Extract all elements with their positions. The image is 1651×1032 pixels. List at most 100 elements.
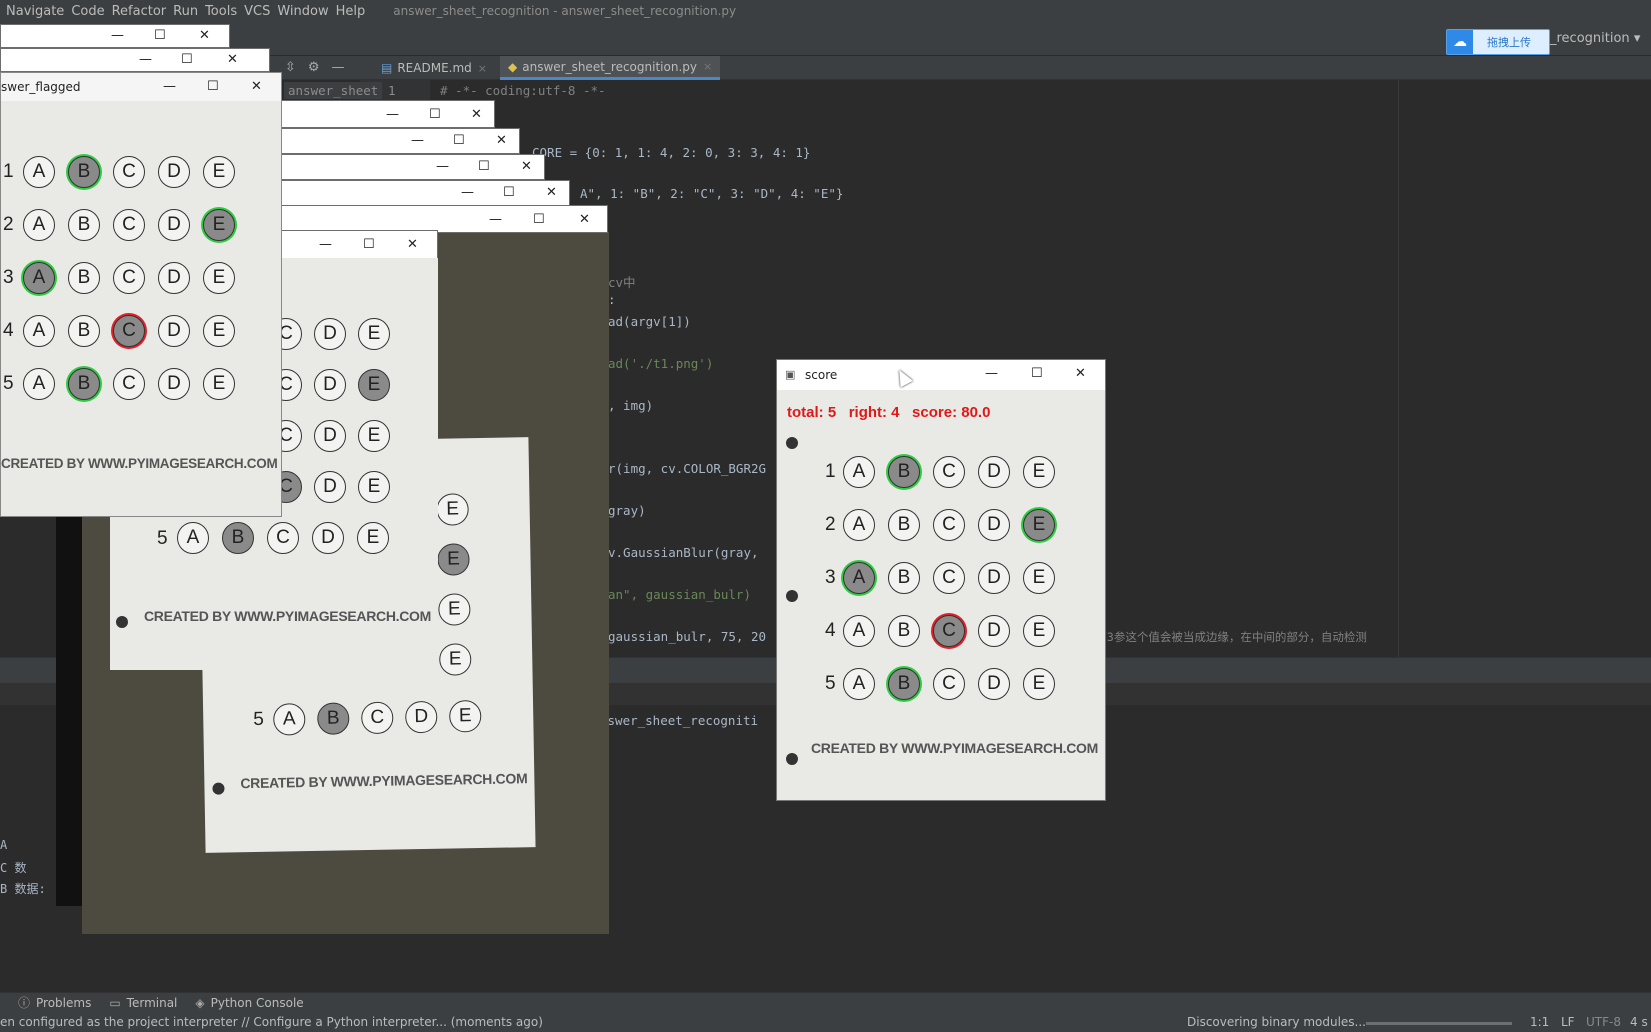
console-line: C 数 — [0, 861, 27, 875]
bubble-option: E — [1023, 615, 1055, 647]
bubble-option: C — [113, 315, 145, 347]
menu-tools[interactable]: Tools — [198, 4, 237, 19]
line-separator[interactable]: LF — [1561, 1015, 1575, 1029]
bubble-option: D — [314, 318, 346, 350]
close-icon[interactable]: ✕ — [407, 237, 418, 252]
menu-run[interactable]: Run — [166, 4, 198, 19]
bubble-option: D — [158, 209, 190, 241]
maximize-icon[interactable]: ☐ — [154, 28, 166, 43]
bubble-option: E — [1023, 509, 1055, 541]
opencv-window[interactable]: — ☐ ✕ — [0, 48, 270, 72]
close-icon[interactable]: ✕ — [471, 107, 482, 122]
hide-icon[interactable]: — — [331, 60, 344, 75]
bubble-option: B — [68, 368, 100, 400]
close-icon[interactable]: ✕ — [199, 28, 210, 43]
opencv-window[interactable]: — ☐ ✕ — [270, 100, 495, 128]
menu-refactor[interactable]: Refactor — [105, 4, 167, 19]
tool-terminal-label: Terminal — [126, 995, 178, 1010]
menu-navigate[interactable]: Navigate — [0, 4, 64, 19]
bubble-option: D — [404, 700, 438, 734]
caret-position[interactable]: 1:1 — [1530, 1015, 1549, 1029]
upload-button[interactable]: ☁ 拖拽上传 — [1446, 29, 1550, 55]
bubble-option: E — [1023, 668, 1055, 700]
bubble-option: D — [158, 156, 190, 188]
tool-problems[interactable]: ⓘ Problems — [18, 994, 91, 1011]
maximize-icon[interactable]: ☐ — [207, 79, 219, 94]
minimize-icon[interactable]: — — [319, 237, 332, 252]
run-config-label: _recognition — [1550, 31, 1630, 46]
close-icon[interactable]: ✕ — [546, 185, 557, 200]
bubble-option: D — [978, 509, 1010, 541]
bubble-option: E — [358, 318, 390, 350]
opencv-window[interactable]: — ☐ ✕ — [270, 205, 608, 233]
opencv-window[interactable]: — ☐ ✕ — [270, 180, 570, 206]
minimize-icon[interactable]: — — [386, 107, 399, 122]
maximize-icon[interactable]: ☐ — [478, 159, 490, 174]
close-icon[interactable]: ✕ — [1075, 366, 1086, 381]
maximize-icon[interactable]: ☐ — [363, 237, 375, 252]
bubble-option: E — [438, 593, 471, 626]
bubble-option: E — [438, 643, 472, 676]
menu-window[interactable]: Window — [270, 4, 328, 19]
close-icon[interactable]: × — [703, 60, 712, 73]
flagged-window[interactable]: swer_flagged — ☐ ✕ CREATED BY WWW.PYIMAG… — [0, 72, 282, 517]
close-icon[interactable]: ✕ — [227, 52, 238, 67]
credit-text: CREATED BY WWW.PYIMAGESEARCH.COM — [1, 456, 278, 471]
score-window[interactable]: ▣ score — ☐ ✕ total: 5 right: 4 score: 8… — [776, 359, 1106, 801]
bubble-option: A — [23, 262, 55, 294]
maximize-icon[interactable]: ☐ — [533, 212, 545, 227]
maximize-icon[interactable]: ☐ — [429, 107, 441, 122]
gear-icon[interactable]: ⚙ — [308, 60, 320, 75]
menu-code[interactable]: Code — [64, 4, 104, 19]
file-encoding[interactable]: UTF-8 — [1586, 1015, 1621, 1029]
minimize-icon[interactable]: — — [111, 28, 124, 43]
tool-python-console[interactable]: ◈ Python Console — [195, 996, 303, 1010]
run-config-selector[interactable]: _recognition ▾ — [1550, 31, 1640, 46]
question-number: 2 — [3, 214, 14, 235]
bubble-option: E — [448, 700, 482, 733]
close-icon[interactable]: × — [478, 62, 487, 75]
opencv-window[interactable]: — ☐ ✕ — [270, 154, 545, 180]
minimize-icon[interactable]: — — [411, 133, 424, 148]
app-icon: ▣ — [785, 368, 796, 381]
maximize-icon[interactable]: ☐ — [503, 185, 515, 200]
credit-text: CREATED BY WWW.PYIMAGESEARCH.COM — [240, 770, 528, 792]
minimize-icon[interactable]: — — [163, 79, 176, 94]
indent-setting[interactable]: 4 s — [1630, 1015, 1648, 1029]
menu-vcs[interactable]: VCS — [237, 4, 270, 19]
bubble-option: D — [314, 471, 346, 503]
minimize-icon[interactable]: — — [489, 212, 502, 227]
collapse-icon[interactable]: ⇳ — [285, 60, 296, 75]
code-line: , img) — [608, 398, 654, 413]
maximize-icon[interactable]: ☐ — [453, 133, 465, 148]
close-icon[interactable]: ✕ — [521, 159, 532, 174]
bubble-option: B — [888, 615, 920, 647]
tab-answer-sheet[interactable]: ◆ answer_sheet_recognition.py × — [500, 56, 721, 80]
project-node-label[interactable]: answer_sheet — [284, 82, 383, 99]
registration-dot — [116, 616, 128, 628]
maximize-icon[interactable]: ☐ — [1031, 366, 1043, 381]
opencv-window[interactable]: — ☐ ✕ — [0, 24, 230, 48]
bubble-option: D — [978, 562, 1010, 594]
minimize-icon[interactable]: — — [139, 52, 152, 67]
status-message[interactable]: en configured as the project interpreter… — [0, 1015, 543, 1029]
bubble-option: C — [933, 562, 965, 594]
bubble-option: D — [158, 262, 190, 294]
bubble-option: E — [203, 262, 235, 294]
close-icon[interactable]: ✕ — [579, 212, 590, 227]
minimize-icon[interactable]: — — [436, 159, 449, 174]
bubble-option: E — [203, 315, 235, 347]
bubble-option: C — [933, 456, 965, 488]
registration-dot — [786, 590, 798, 602]
tab-readme[interactable]: ▤ README.md × — [375, 56, 493, 80]
close-icon[interactable]: ✕ — [251, 79, 262, 94]
tool-terminal[interactable]: ▭ Terminal — [109, 996, 177, 1010]
minimize-icon[interactable]: — — [985, 366, 998, 381]
close-icon[interactable]: ✕ — [496, 133, 507, 148]
minimize-icon[interactable]: — — [461, 185, 474, 200]
question-number: 5 — [825, 673, 836, 694]
right-margin-guide — [1398, 80, 1399, 657]
opencv-window[interactable]: — ☐ ✕ — [270, 128, 520, 154]
maximize-icon[interactable]: ☐ — [181, 52, 193, 67]
menu-help[interactable]: Help — [329, 4, 366, 19]
